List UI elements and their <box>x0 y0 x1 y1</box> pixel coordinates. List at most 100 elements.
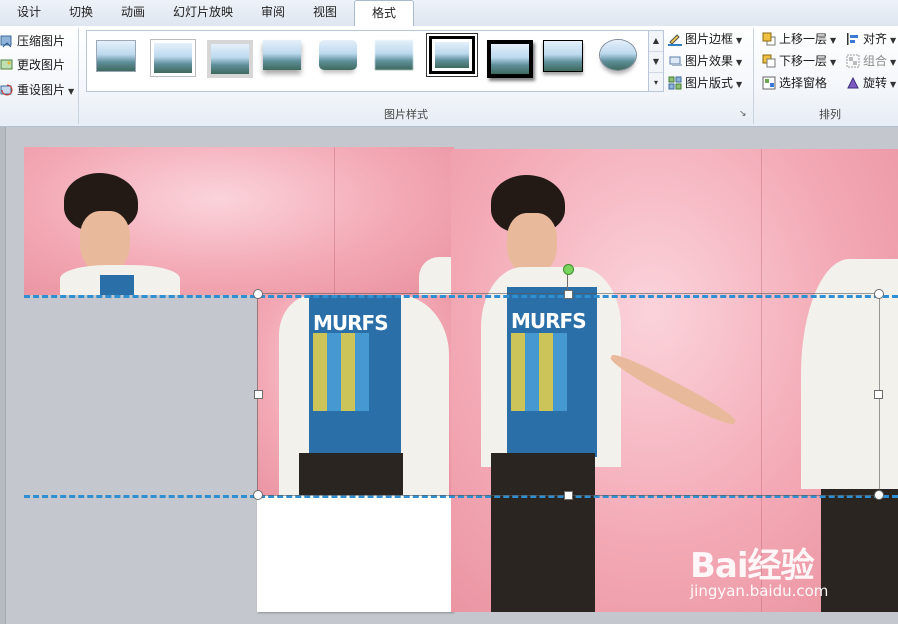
resize-handle-right[interactable] <box>874 390 883 399</box>
chevron-down-icon: ▼ <box>830 58 837 67</box>
chevron-down-icon: ▼ <box>890 80 897 89</box>
thumbnail-pane-edge <box>0 127 6 624</box>
chevron-down-icon: ▼ <box>890 58 897 67</box>
chevron-down-icon: ▼ <box>830 36 837 45</box>
tab-slideshow[interactable]: 幻灯片放映 <box>164 0 242 25</box>
chevron-down-icon: ▼ <box>736 80 743 89</box>
style-simple-frame[interactable] <box>96 40 136 72</box>
resize-handle-bottom-left[interactable] <box>253 490 263 500</box>
compress-icon <box>0 35 12 48</box>
style-thick-black-frame[interactable] <box>487 40 533 78</box>
arrange-group-label: 排列 <box>819 108 841 121</box>
tab-animations[interactable]: 动画 <box>108 0 158 25</box>
selection-pane-button[interactable]: 选择窗格 <box>762 73 827 93</box>
person-shirt <box>100 275 134 295</box>
change-picture-label: 更改图片 <box>17 58 66 72</box>
picture-border-button[interactable]: 图片边框 ▼ <box>668 29 742 49</box>
cropped-photo-top[interactable] <box>24 147 454 295</box>
gallery-scroll: ▲ ▼ ▾ <box>648 30 664 92</box>
style-preview-image <box>435 42 469 68</box>
compress-pictures-label: 压缩图片 <box>17 34 66 48</box>
send-backward-icon <box>762 54 776 68</box>
selection-outline <box>257 293 880 496</box>
group-icon <box>846 54 860 68</box>
resize-handle-bottom-right[interactable] <box>874 490 884 500</box>
style-preview-image <box>211 44 249 74</box>
picture-styles-gallery <box>86 30 649 92</box>
change-picture-button[interactable]: 更改图片 <box>0 55 65 75</box>
picture-styles-group-label: 图片样式 <box>384 108 428 121</box>
tab-transitions[interactable]: 切换 <box>56 0 106 25</box>
resize-handle-bottom[interactable] <box>564 491 573 500</box>
style-simple-black-frame[interactable] <box>543 40 583 72</box>
send-backward-button[interactable]: 下移一层 ▼ <box>762 51 836 71</box>
person-jacket <box>419 257 454 295</box>
style-metal-frame[interactable] <box>207 40 253 78</box>
picture-layout-button[interactable]: 图片版式 ▼ <box>668 73 742 93</box>
style-preview-image <box>263 40 301 70</box>
send-backward-label: 下移一层 <box>779 54 828 68</box>
resize-handle-top[interactable] <box>564 290 573 299</box>
resize-handle-top-right[interactable] <box>874 289 884 299</box>
gallery-more-button[interactable]: ▾ <box>649 73 663 93</box>
group-button[interactable]: 组合 ▼ <box>846 51 896 71</box>
resize-handle-left[interactable] <box>254 390 263 399</box>
group-separator <box>78 28 79 124</box>
style-drop-shadow[interactable] <box>263 40 301 70</box>
align-button[interactable]: 对齐 ▼ <box>846 29 896 49</box>
layout-icon <box>668 76 682 90</box>
group-separator <box>753 28 754 124</box>
align-icon <box>847 33 858 45</box>
chevron-down-icon: ▼ <box>890 36 897 45</box>
style-double-frame-black[interactable] <box>426 33 478 77</box>
picture-effects-button[interactable]: 图片效果 ▼ <box>668 51 742 71</box>
group-label: 组合 <box>863 54 888 68</box>
rotation-handle[interactable] <box>563 264 574 275</box>
person-face <box>80 211 130 273</box>
style-preview-image <box>375 40 413 70</box>
chevron-down-icon: ▼ <box>736 58 743 67</box>
picture-border-label: 图片边框 <box>685 32 734 46</box>
tab-design[interactable]: 设计 <box>4 0 54 25</box>
rotate-icon <box>847 76 859 89</box>
watermark-url: jingyan.baidu.com <box>690 582 829 600</box>
picture-effects-label: 图片效果 <box>685 54 734 68</box>
style-preview-image <box>154 43 192 73</box>
compress-pictures-button[interactable]: 压缩图片 <box>0 31 65 51</box>
picture-layout-label: 图片版式 <box>685 76 734 90</box>
ribbon-tab-bar: 设计 切换 动画 幻灯片放映 审阅 视图 格式 <box>0 0 898 27</box>
picture-styles-dialog-launcher[interactable]: ↘ <box>739 109 749 119</box>
tab-review[interactable]: 审阅 <box>248 0 298 25</box>
gallery-down-button[interactable]: ▼ <box>649 52 663 73</box>
photo-seam <box>334 147 335 295</box>
reset-picture-button[interactable]: 重设图片 ▼ <box>0 80 74 100</box>
resize-handle-top-left[interactable] <box>253 289 263 299</box>
tab-view[interactable]: 视图 <box>300 0 350 25</box>
reset-picture-icon <box>0 84 13 96</box>
selection-pane-label: 选择窗格 <box>779 76 828 90</box>
style-preview-image <box>491 44 529 74</box>
gallery-up-button[interactable]: ▲ <box>649 31 663 52</box>
style-reflected-rounded[interactable] <box>319 40 357 70</box>
tab-format[interactable]: 格式 <box>354 0 414 27</box>
style-soft-edge[interactable] <box>375 40 413 70</box>
style-preview-image <box>600 40 636 70</box>
change-picture-icon <box>0 59 13 70</box>
rotate-button[interactable]: 旋转 ▼ <box>846 73 896 93</box>
pen-icon <box>668 34 682 46</box>
reset-picture-label: 重设图片 <box>17 83 66 97</box>
bring-forward-button[interactable]: 上移一层 ▼ <box>762 29 836 49</box>
watermark-brand: Bai经验 <box>690 546 815 586</box>
person-face <box>507 213 557 275</box>
style-oval[interactable] <box>599 39 637 71</box>
rotate-label: 旋转 <box>863 76 888 90</box>
slide-background <box>257 495 453 612</box>
bring-forward-label: 上移一层 <box>779 32 828 46</box>
align-label: 对齐 <box>863 32 888 46</box>
chevron-down-icon: ▼ <box>736 36 743 45</box>
style-thick-white-frame[interactable] <box>151 40 195 76</box>
style-preview-image <box>544 41 582 71</box>
baidu-watermark: Bai经验 jingyan.baidu.com <box>690 538 890 608</box>
style-preview-image <box>97 41 135 71</box>
bring-forward-icon <box>762 32 776 46</box>
